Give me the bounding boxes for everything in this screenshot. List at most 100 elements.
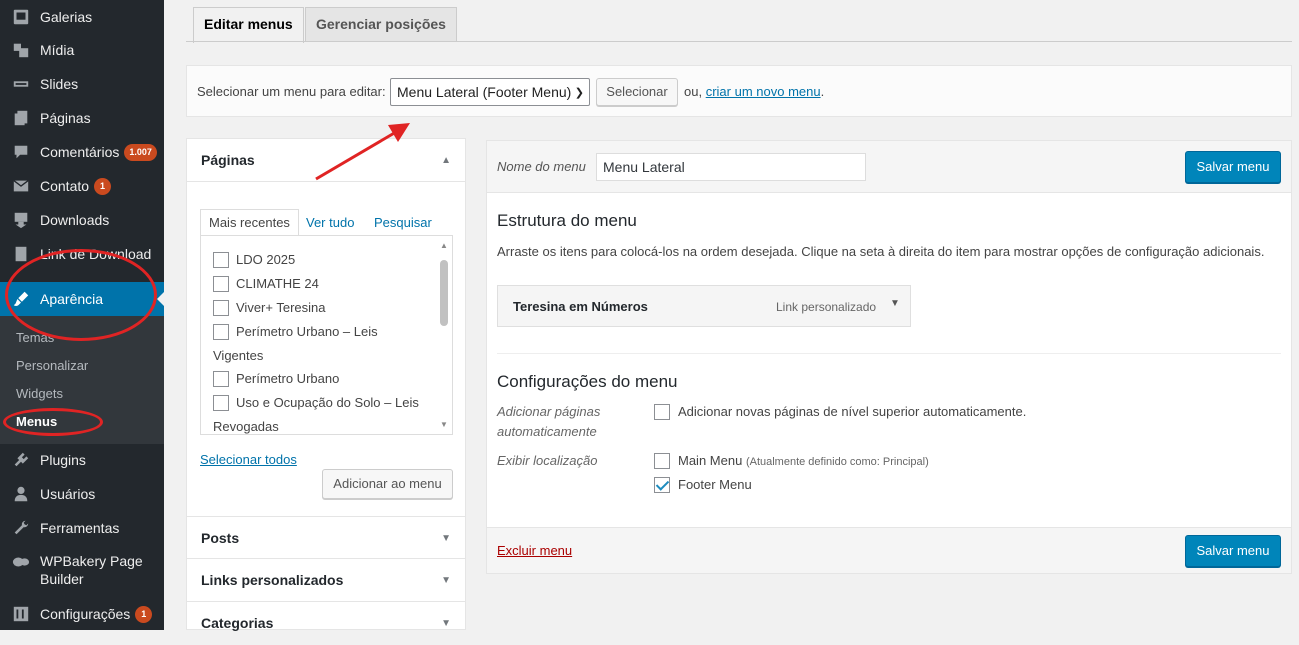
divider [497, 353, 1281, 354]
create-new-menu-link[interactable]: criar um novo menu [706, 84, 821, 99]
location-footer-menu[interactable]: Footer Menu [654, 476, 752, 494]
slides-icon [11, 74, 31, 94]
menu-plugins[interactable]: Plugins [0, 443, 164, 477]
menu-item-type: Link personalizado [776, 300, 877, 314]
menu-label: WPBakery Page Builder [40, 553, 143, 587]
footer-menu-checkbox[interactable] [654, 476, 670, 493]
menu-downloads[interactable]: Downloads [0, 203, 164, 237]
page-checkbox[interactable] [213, 275, 229, 292]
accordion-links-personalizados[interactable]: Links personalizados ▼ [187, 559, 465, 602]
menu-comentarios[interactable]: Comentários 1.007 [0, 135, 164, 169]
location-main-menu[interactable]: Main Menu (Atualmente definido como: Pri… [654, 452, 929, 470]
tab-pesquisar[interactable]: Pesquisar [374, 215, 432, 230]
menu-select-dropdown[interactable]: Menu Lateral (Footer Menu) ❯ [390, 78, 590, 106]
tab-gerenciar-posicoes[interactable]: Gerenciar posições [305, 7, 457, 42]
list-item[interactable]: Viver+ Teresina [213, 296, 326, 320]
list-item[interactable]: CLIMATHE 24 [213, 272, 319, 296]
menu-slides[interactable]: Slides [0, 67, 164, 101]
plugins-icon [11, 450, 31, 470]
menu-label: Plugins [40, 452, 86, 468]
triangle-down-icon: ▼ [441, 618, 451, 629]
pages-scrollbar[interactable]: ▲ ▼ [437, 236, 451, 434]
accordion-title: Links personalizados [201, 572, 344, 588]
create-menu-suffix: . [820, 84, 825, 99]
settings-count-badge: 1 [135, 605, 153, 623]
page-checkbox[interactable] [213, 394, 229, 411]
users-icon [11, 484, 31, 504]
page-checkbox[interactable] [213, 370, 229, 387]
page-label: Perímetro Urbano – Leis [236, 324, 378, 339]
page-label-continued: Vigentes [213, 348, 264, 363]
annotation-circle-menus [3, 408, 103, 436]
page-checkbox[interactable] [213, 251, 229, 268]
main-menu-checkbox[interactable] [654, 452, 670, 469]
menu-select-value: Menu Lateral (Footer Menu) [397, 84, 572, 100]
wpbakery-icon [11, 552, 31, 572]
settings-icon [11, 604, 31, 624]
menu-configuracoes[interactable]: Configurações 1 [0, 597, 164, 631]
menu-item-toggle-icon[interactable]: ▼ [890, 298, 900, 309]
submenu-widgets[interactable]: Widgets [16, 386, 63, 401]
menu-label: Mídia [40, 42, 75, 58]
list-item[interactable]: Uso e Ocupação do Solo – Leis [213, 391, 419, 415]
accordion-posts[interactable]: Posts ▼ [187, 516, 465, 559]
page-checkbox[interactable] [213, 299, 229, 316]
auto-add-label-line1: Adicionar páginas [497, 404, 601, 419]
menu-label: Contato [40, 178, 90, 194]
pages-checklist: LDO 2025 CLIMATHE 24 Viver+ Teresina Per… [200, 235, 453, 435]
contact-count-badge: 1 [94, 177, 112, 195]
accordion-categorias[interactable]: Categorias ▼ [187, 602, 465, 645]
auto-add-option[interactable]: Adicionar novas páginas de nível superio… [654, 403, 1027, 421]
accordion-title: Posts [201, 530, 240, 546]
list-item[interactable]: LDO 2025 [213, 248, 295, 272]
footer-menu-label: Footer Menu [678, 477, 752, 492]
submenu-personalizar[interactable]: Personalizar [16, 358, 88, 373]
menu-contato[interactable]: Contato 1 [0, 169, 164, 203]
page-label: Uso e Ocupação do Solo – Leis [236, 395, 419, 410]
select-button[interactable]: Selecionar [596, 78, 678, 106]
auto-add-checkbox[interactable] [654, 403, 670, 420]
menu-footer: Excluir menu Salvar menu [487, 527, 1291, 573]
delete-menu-link[interactable]: Excluir menu [497, 543, 572, 558]
menu-item[interactable]: Teresina em Números Link personalizado ▼ [497, 285, 911, 327]
add-to-menu-button[interactable]: Adicionar ao menu [322, 469, 453, 499]
page-label: LDO 2025 [236, 252, 296, 267]
page-checkbox[interactable] [213, 323, 229, 340]
menu-usuarios[interactable]: Usuários [0, 477, 164, 511]
menu-midia[interactable]: Mídia [0, 33, 164, 67]
menu-paginas[interactable]: Páginas [0, 101, 164, 135]
auto-add-option-label: Adicionar novas páginas de nível superio… [678, 404, 1027, 419]
or-text: ou, [684, 84, 703, 99]
page-label: CLIMATHE 24 [236, 276, 319, 291]
menu-header: Nome do menu Menu Lateral Salvar menu [487, 141, 1291, 193]
menu-galerias[interactable]: Galerias [0, 0, 164, 34]
chevron-down-icon: ❯ [574, 87, 584, 99]
annotation-circle-aparencia [5, 249, 157, 341]
menu-label: Usuários [40, 486, 96, 502]
menu-name-label: Nome do menu [497, 159, 586, 174]
scrollbar-thumb[interactable] [440, 260, 448, 326]
scroll-up-icon[interactable]: ▲ [440, 241, 448, 250]
list-item[interactable]: Perímetro Urbano – Leis [213, 320, 378, 344]
auto-add-label-line2: automaticamente [497, 424, 597, 439]
mail-icon [11, 176, 31, 196]
triangle-up-icon: ▲ [441, 155, 451, 166]
structure-description: Arraste os itens para colocá-los na orde… [497, 244, 1265, 259]
location-label: Exibir localização [497, 453, 598, 468]
tab-ver-tudo[interactable]: Ver tudo [306, 215, 354, 230]
main-menu-label: Main Menu [678, 453, 743, 468]
menu-item-title: Teresina em Números [513, 299, 648, 314]
save-menu-button[interactable]: Salvar menu [1185, 151, 1281, 183]
accordion-title: Categorias [201, 615, 274, 631]
save-menu-button-bottom[interactable]: Salvar menu [1185, 535, 1281, 567]
scroll-down-icon[interactable]: ▼ [440, 420, 448, 429]
comments-icon [11, 142, 31, 162]
list-item[interactable]: Perímetro Urbano [213, 367, 339, 391]
menu-wpbakery[interactable]: WPBakery Page Builder [0, 545, 164, 593]
tab-editar-menus[interactable]: Editar menus [193, 7, 304, 43]
auto-add-label: Adicionar páginas automaticamente [497, 402, 600, 442]
tab-mais-recentes[interactable]: Mais recentes [200, 209, 299, 236]
select-all-link[interactable]: Selecionar todos [200, 452, 297, 467]
menu-name-input[interactable]: Menu Lateral [596, 153, 866, 181]
menu-ferramentas[interactable]: Ferramentas [0, 511, 164, 545]
